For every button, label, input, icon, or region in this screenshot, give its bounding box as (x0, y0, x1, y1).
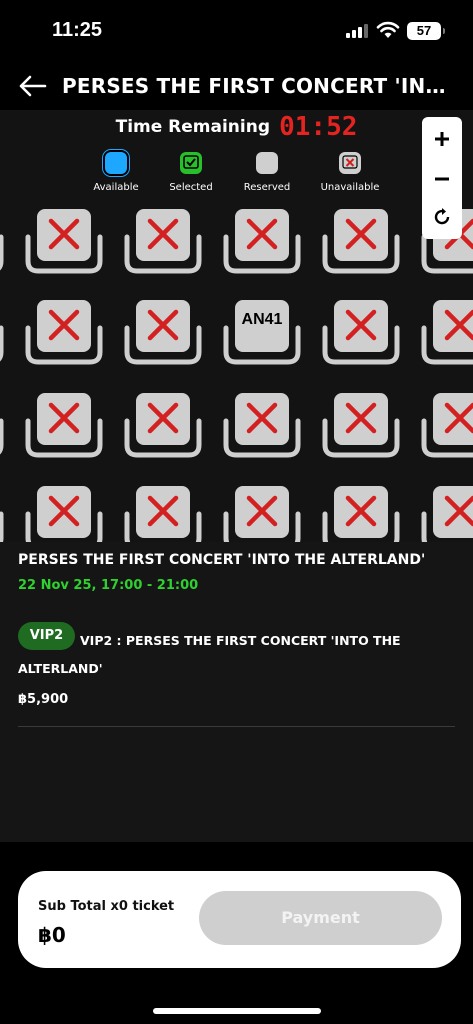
subtotal-label: Sub Total x0 ticket (38, 899, 175, 914)
countdown-timer: Time Remaining 01:52 (0, 112, 473, 142)
zoom-controls (422, 117, 462, 239)
seat-unavailable (321, 205, 401, 277)
legend-label: Reserved (243, 182, 291, 193)
legend-unavailable: Unavailable (310, 152, 390, 193)
seat-unavailable (24, 296, 104, 368)
legend-label: Selected (169, 182, 213, 193)
status-time: 11:25 (52, 19, 103, 41)
event-title: PERSES THE FIRST CONCERT 'INTO THE ALTER… (18, 552, 426, 568)
subtotal-value: ฿0 (38, 923, 66, 947)
payment-button[interactable]: Payment (199, 891, 442, 945)
plus-icon[interactable] (422, 119, 462, 159)
seat-unavailable (24, 205, 104, 277)
header: PERSES THE FIRST CONCERT 'INTO THE ALTER… (0, 62, 473, 110)
seat-unavailable (123, 296, 203, 368)
ticket-price: ฿5,900 (18, 692, 69, 707)
status-bar: 11:25 57 (0, 0, 473, 62)
seat-edge (0, 389, 5, 461)
timer-label: Time Remaining (115, 117, 271, 137)
back-arrow-icon[interactable] (16, 70, 48, 102)
seat-map[interactable]: Time Remaining 01:52 Available Selected … (0, 110, 473, 542)
legend-available: Available (76, 152, 156, 193)
seat-unavailable (222, 389, 302, 461)
seat-edge (0, 205, 5, 277)
seat-unavailable (222, 205, 302, 277)
seat-reserved[interactable]: AN41 (222, 296, 302, 368)
reserved-swatch-icon (256, 152, 278, 174)
page-title: PERSES THE FIRST CONCERT 'INTO THE ALTER… (62, 74, 457, 98)
checkmark-icon (180, 152, 202, 174)
seat-unavailable (123, 389, 203, 461)
cellular-signal-icon (346, 24, 370, 38)
legend-label: Unavailable (320, 182, 380, 193)
home-indicator (153, 1008, 321, 1014)
legend-label: Available (93, 182, 139, 193)
timer-value: 01:52 (279, 112, 358, 142)
legend-reserved: Reserved (227, 152, 307, 193)
legend-selected: Selected (151, 152, 231, 193)
checkout-card: Sub Total x0 ticket ฿0 Payment (18, 871, 461, 968)
event-datetime: 22 Nov 25, 17:00 - 21:00 (18, 578, 199, 593)
refresh-icon[interactable] (422, 197, 462, 237)
seat-unavailable (24, 482, 104, 542)
event-info-panel: PERSES THE FIRST CONCERT 'INTO THE ALTER… (0, 542, 473, 842)
seat-unavailable (222, 482, 302, 542)
seat-legend: Available Selected Reserved Unavailable (0, 152, 410, 198)
seat-unavailable (321, 296, 401, 368)
zone-badge: VIP2 (18, 622, 75, 650)
x-mark-icon (339, 152, 361, 174)
divider (18, 726, 455, 727)
seat-edge (0, 482, 5, 542)
seat-label: AN41 (241, 311, 283, 328)
battery-icon: 57 (407, 22, 445, 40)
seat-unavailable (420, 296, 473, 368)
seat-unavailable (24, 389, 104, 461)
seat-unavailable (321, 482, 401, 542)
seat-edge (0, 296, 5, 368)
seat-unavailable (420, 389, 473, 461)
minus-icon[interactable] (422, 159, 462, 199)
available-swatch-icon (105, 152, 127, 174)
seat-unavailable (321, 389, 401, 461)
seat-unavailable (420, 482, 473, 542)
wifi-icon (376, 21, 400, 39)
seat-unavailable (123, 482, 203, 542)
seat-unavailable (123, 205, 203, 277)
zone-description: VIP2 : PERSES THE FIRST CONCERT 'INTO TH… (18, 633, 401, 676)
